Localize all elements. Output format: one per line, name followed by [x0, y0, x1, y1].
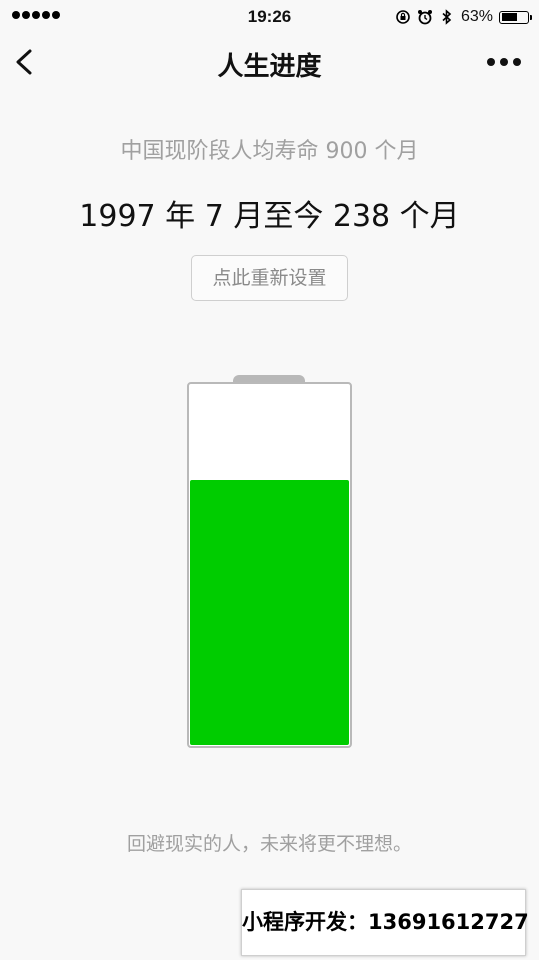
life-battery-fill: [190, 480, 349, 745]
battery-icon: [499, 10, 532, 24]
life-expectancy-text: 中国现阶段人均寿命 900 个月: [120, 139, 419, 164]
watermark-contact: 小程序开发：13691612727: [241, 889, 529, 956]
alarm-icon: [417, 10, 432, 25]
status-right-group: 63%: [395, 6, 532, 28]
more-dot: [500, 58, 508, 66]
status-bar: 19:26 63%: [0, 0, 539, 34]
months-elapsed-text: 1997 年 7 月至今 238 个月: [79, 199, 460, 234]
quote-text: 回避现实的人，未来将更不理想。: [126, 833, 412, 855]
rotation-lock-icon: [396, 10, 410, 24]
life-battery: [187, 382, 352, 748]
more-dot: [513, 58, 521, 66]
more-dot: [487, 58, 495, 66]
bluetooth-icon: [442, 9, 452, 25]
page-title: 人生进度: [217, 52, 322, 82]
more-button[interactable]: [487, 58, 521, 66]
battery-percent: 63%: [460, 8, 493, 25]
nav-bar: 人生进度: [0, 34, 539, 90]
reset-button[interactable]: 点此重新设置: [191, 255, 348, 301]
